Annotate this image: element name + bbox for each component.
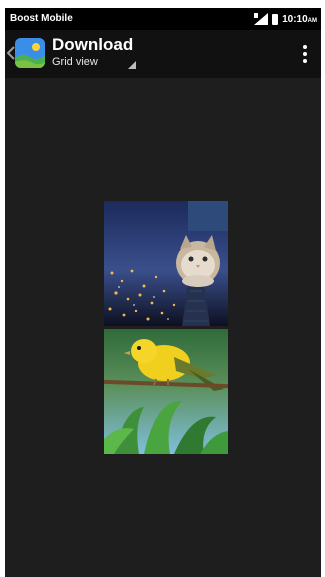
photo-grid bbox=[104, 201, 228, 454]
page-title: Download bbox=[52, 35, 134, 54]
gallery-app-icon bbox=[15, 38, 45, 68]
clock-time: 10:10 bbox=[282, 13, 308, 25]
menu-dot bbox=[303, 59, 307, 63]
dropdown-indicator-icon bbox=[128, 61, 136, 69]
back-button[interactable] bbox=[5, 30, 50, 78]
battery-icon bbox=[272, 13, 279, 25]
clock: 10:10AM bbox=[282, 14, 317, 25]
menu-dot bbox=[303, 52, 307, 56]
overflow-menu-icon[interactable] bbox=[295, 40, 315, 68]
menu-dot bbox=[303, 45, 307, 49]
view-mode-dropdown[interactable]: Grid view bbox=[52, 56, 98, 68]
photo-thumbnail-bird[interactable] bbox=[104, 329, 228, 454]
status-bar: Boost Mobile 10:10AM bbox=[5, 8, 321, 30]
app-bar: Download Grid view bbox=[5, 30, 321, 78]
screen: Boost Mobile 10:10AM Download Grid view bbox=[5, 8, 321, 577]
photo-thumbnail-cat[interactable] bbox=[104, 201, 228, 326]
clock-suffix: AM bbox=[307, 17, 317, 24]
status-indicators: 10:10AM bbox=[254, 11, 317, 27]
carrier-label: Boost Mobile bbox=[10, 13, 73, 24]
signal-icon bbox=[254, 13, 269, 25]
chevron-left-icon bbox=[7, 46, 15, 60]
